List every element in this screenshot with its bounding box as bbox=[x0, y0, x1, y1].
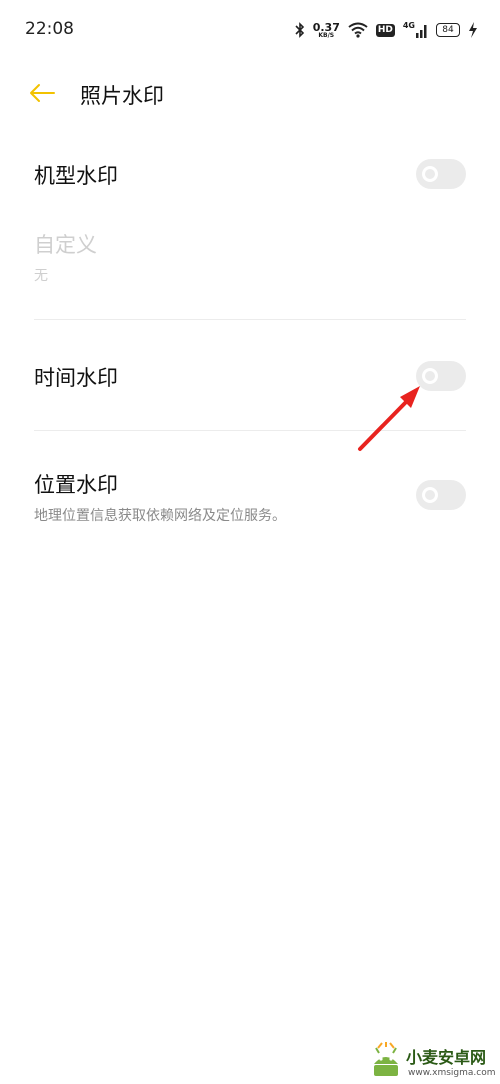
setting-value: 无 bbox=[34, 268, 48, 284]
watermark-site-name: 小麦安卓网 bbox=[406, 1048, 487, 1067]
setting-title: 位置水印 bbox=[34, 473, 118, 497]
bluetooth-icon bbox=[295, 22, 304, 38]
toggle-knob bbox=[422, 487, 438, 503]
header: 照片水印 bbox=[0, 65, 500, 121]
page-title: 照片水印 bbox=[80, 84, 164, 108]
setting-description: 地理位置信息获取依赖网络及定位服务。 bbox=[34, 508, 286, 524]
cellular-signal-icon: 4G bbox=[403, 22, 428, 38]
status-time: 22:08 bbox=[25, 19, 74, 39]
status-bar: 22:08 0.37 KB/S HD 4G 84 bbox=[0, 0, 500, 60]
toggle-knob bbox=[422, 166, 438, 182]
hd-badge: HD bbox=[375, 23, 395, 37]
location-watermark-toggle[interactable] bbox=[416, 480, 466, 510]
setting-title: 自定义 bbox=[34, 233, 97, 257]
setting-title: 机型水印 bbox=[34, 164, 118, 188]
wifi-icon bbox=[348, 22, 368, 38]
android-logo-icon bbox=[374, 1042, 398, 1076]
setting-row-location-watermark[interactable]: 位置水印 地理位置信息获取依赖网络及定位服务。 bbox=[0, 455, 500, 535]
setting-row-custom: 自定义 无 bbox=[0, 215, 500, 315]
status-icons: 0.37 KB/S HD 4G 84 bbox=[295, 17, 478, 43]
battery-indicator: 84 bbox=[436, 23, 460, 37]
setting-title: 时间水印 bbox=[34, 366, 118, 390]
model-watermark-toggle[interactable] bbox=[416, 159, 466, 189]
annotation-arrow-icon bbox=[358, 386, 420, 451]
site-watermark: 小麦安卓网 www.xmsigma.com bbox=[368, 1040, 498, 1084]
back-arrow-icon[interactable] bbox=[28, 81, 56, 105]
setting-row-model-watermark[interactable]: 机型水印 bbox=[0, 140, 500, 210]
charging-icon bbox=[469, 22, 477, 38]
network-speed: 0.37 KB/S bbox=[312, 20, 340, 39]
divider bbox=[34, 319, 466, 320]
watermark-site-url: www.xmsigma.com bbox=[408, 1068, 496, 1078]
